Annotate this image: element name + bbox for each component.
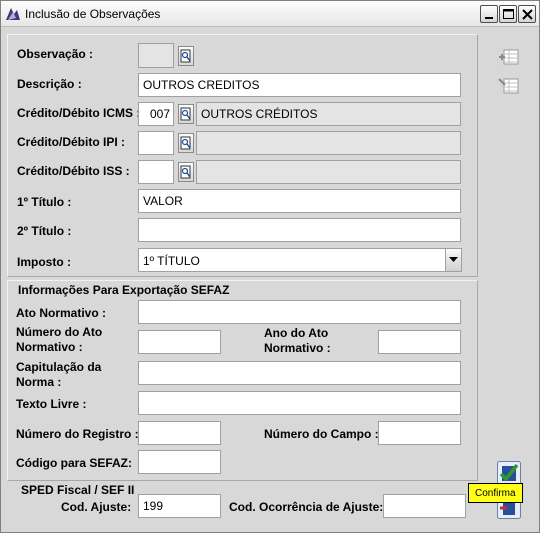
delete-row-button[interactable]	[497, 74, 521, 98]
close-icon	[522, 9, 533, 20]
descricao-input[interactable]: OUTROS CREDITOS	[138, 73, 461, 97]
table-insert-icon	[499, 49, 519, 65]
lookup-icon	[180, 165, 191, 179]
minimize-icon	[485, 17, 493, 19]
numero-ato-input[interactable]	[138, 330, 221, 354]
lookup-icon	[180, 49, 191, 63]
ipi-code-input[interactable]	[138, 131, 174, 155]
chevron-down-icon	[449, 257, 458, 262]
ipi-label: Crédito/Débito IPI :	[17, 135, 125, 149]
capitulacao-label: Capitulação da Norma :	[16, 360, 102, 389]
ato-normativo-input[interactable]	[138, 300, 461, 324]
codigo-sefaz-label: Código para SEFAZ:	[16, 456, 133, 470]
lookup-icon	[180, 136, 191, 150]
numero-registro-input[interactable]	[138, 421, 221, 445]
descricao-label: Descrição :	[17, 77, 82, 91]
cod-ajuste-input[interactable]: 199	[138, 494, 221, 518]
sped-section-title: SPED Fiscal / SEF II	[21, 483, 135, 497]
cod-ajuste-label: Cod. Ajuste:	[61, 500, 132, 514]
imposto-select[interactable]: 1º TÍTULO	[138, 248, 462, 272]
confirm-tooltip: Confirma	[468, 483, 523, 503]
close-button[interactable]	[518, 5, 536, 23]
icms-lookup-button[interactable]	[178, 104, 194, 124]
imposto-selected-value: 1º TÍTULO	[143, 254, 200, 268]
imposto-label: Imposto :	[17, 255, 71, 269]
cod-ocorrencia-label: Cod. Ocorrência de Ajuste:	[229, 500, 384, 514]
observacao-label: Observação :	[17, 47, 94, 61]
ano-ato-label: Ano do Ato Normativo :	[264, 326, 331, 355]
numero-campo-label: Número do Campo :	[264, 427, 379, 441]
icms-code-input[interactable]: 007	[138, 102, 174, 126]
codigo-sefaz-input[interactable]	[138, 450, 221, 474]
titulo1-label: 1º Título :	[17, 195, 72, 209]
minimize-button[interactable]	[480, 5, 498, 23]
iss-description-field	[196, 160, 461, 184]
ato-normativo-label: Ato Normativo :	[16, 306, 106, 320]
iss-code-input[interactable]	[138, 160, 174, 184]
maximize-icon	[503, 9, 514, 19]
texto-livre-label: Texto Livre :	[16, 397, 87, 411]
ano-ato-input[interactable]	[378, 330, 461, 354]
app-icon	[5, 6, 21, 22]
observacao-lookup-button[interactable]	[178, 46, 194, 66]
sefaz-section-title: Informações Para Exportação SEFAZ	[18, 283, 230, 297]
table-delete-icon	[498, 78, 519, 94]
cod-ocorrencia-input[interactable]	[383, 494, 466, 518]
icms-label: Crédito/Débito ICMS :	[17, 106, 141, 120]
texto-livre-input[interactable]	[138, 391, 461, 415]
capitulacao-input[interactable]	[138, 361, 461, 385]
icms-description-field: OUTROS CRÉDITOS	[196, 102, 461, 126]
titulo1-input[interactable]: VALOR	[138, 189, 461, 213]
confirm-button[interactable]	[497, 461, 521, 485]
observacao-field[interactable]	[138, 43, 174, 68]
numero-campo-input[interactable]	[378, 421, 461, 445]
checkmark-icon	[497, 461, 521, 485]
title-bar[interactable]: Inclusão de Observações	[1, 1, 539, 27]
iss-lookup-button[interactable]	[178, 162, 194, 182]
add-row-button[interactable]	[497, 45, 521, 69]
maximize-button[interactable]	[499, 5, 517, 23]
numero-registro-label: Número do Registro :	[16, 427, 139, 441]
ipi-description-field	[196, 131, 461, 155]
numero-ato-label: Número do Ato Normativo :	[16, 325, 103, 354]
titulo2-label: 2º Título :	[17, 224, 72, 238]
iss-label: Crédito/Débito ISS :	[17, 164, 130, 178]
dropdown-arrow-button[interactable]	[445, 249, 461, 271]
lookup-icon	[180, 107, 191, 121]
titulo2-input[interactable]	[138, 218, 461, 242]
window-title: Inclusão de Observações	[25, 7, 161, 21]
inclusao-observacoes-window: Inclusão de Observações Observação : Des…	[0, 0, 540, 533]
ipi-lookup-button[interactable]	[178, 133, 194, 153]
